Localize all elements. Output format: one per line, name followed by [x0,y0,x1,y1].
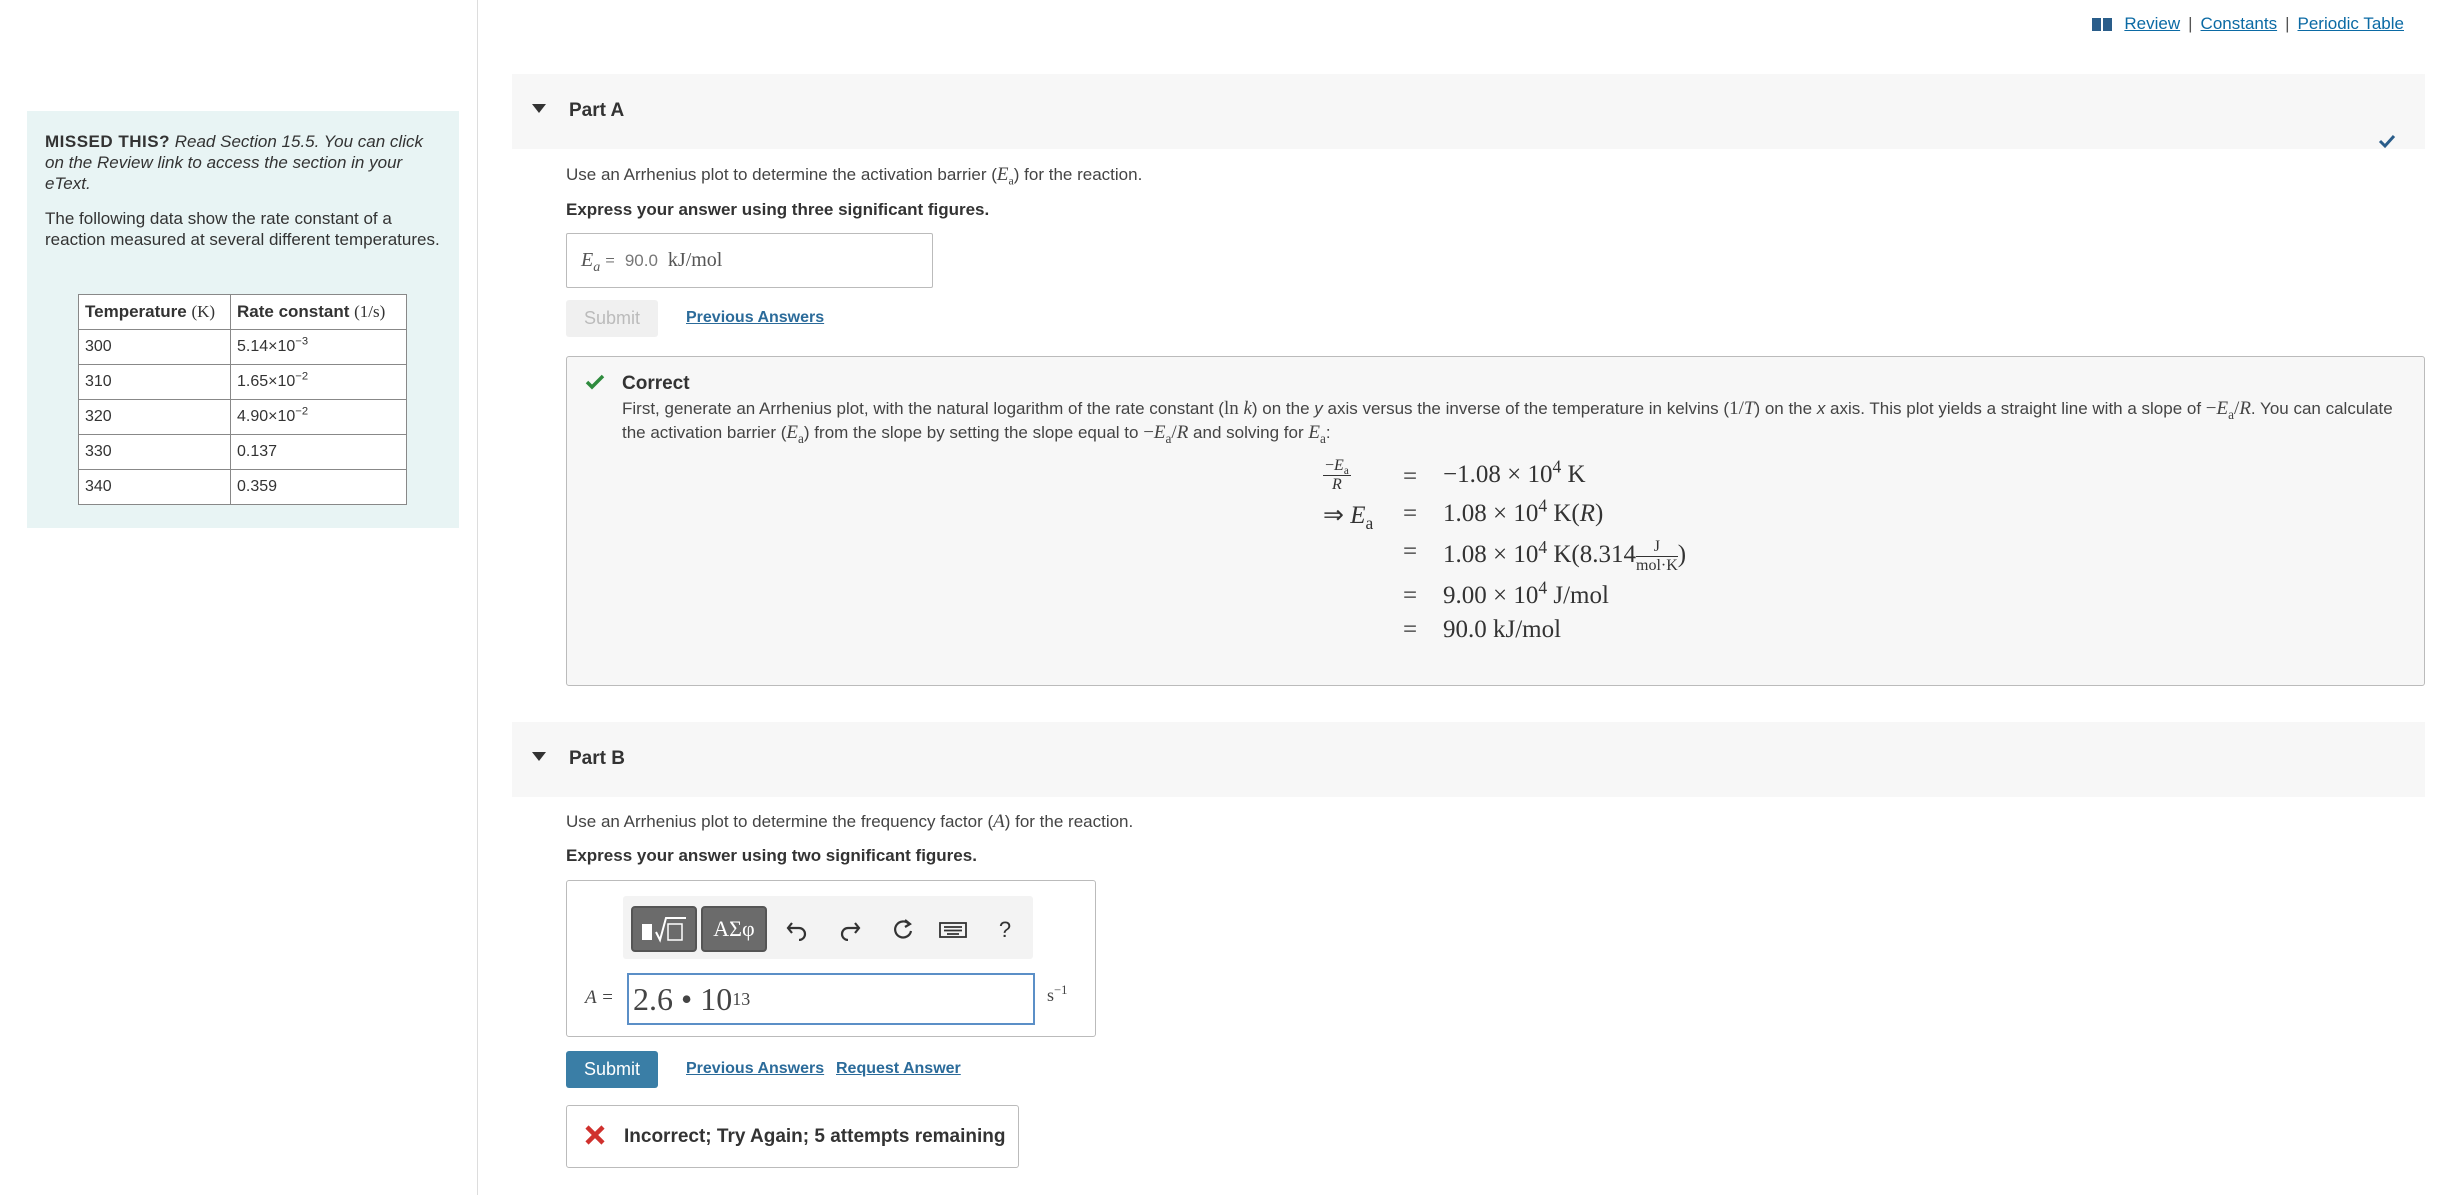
redo-icon[interactable] [836,916,864,944]
rate-cell: 1.65×10−2 [230,364,407,400]
answer-label: Ea = [581,249,615,275]
part-a-title: Part A [569,100,625,121]
part-b-question: Use an Arrhenius plot to determine the f… [566,811,1134,832]
request-answer-link[interactable]: Request Answer [836,1060,961,1078]
temperature-cell: 320 [78,399,231,435]
missed-this-text: MISSED THIS? Read Section 15.5. You can … [45,131,441,194]
book-icon [2092,17,2113,31]
rate-constant-header: Rate constant (1/s) [230,294,407,330]
part-b-feedback: Incorrect; Try Again; 5 attempts remaini… [566,1105,1019,1168]
part-b-submit-button[interactable]: Submit [566,1051,658,1088]
help-icon[interactable]: ? [991,916,1019,944]
link-separator: | [2188,14,2193,33]
answer-label: A = [585,987,614,1008]
table-row: 300 5.14×10−3 [78,329,407,365]
reset-icon[interactable] [889,916,917,944]
temperature-cell: 310 [78,364,231,400]
collapse-caret-icon[interactable] [532,752,546,761]
table-row: 330 0.137 [78,434,407,470]
feedback-status: Correct [622,373,690,394]
rate-cell: 5.14×10−3 [230,329,407,365]
equals-sign: = [1403,500,1418,527]
table-row: 310 1.65×10−2 [78,364,407,400]
periodic-table-link[interactable]: Periodic Table [2298,14,2404,34]
equals-sign: = [1403,582,1418,609]
equals-sign: = [1403,463,1418,490]
collapse-caret-icon[interactable] [532,104,546,113]
math-rhs: 1.08 × 104 K(8.314 Jmol·K) [1443,536,1687,574]
part-a-instruction: Express your answer using three signific… [566,200,990,219]
part-b-answer-widget: ΑΣφ ? A = 2.6 • 10 13 s−1 [566,880,1096,1037]
part-a-previous-answers-link[interactable]: Previous Answers [686,309,824,327]
part-b-title: Part B [569,748,625,769]
temperature-cell: 330 [78,434,231,470]
temperature-cell: 300 [78,329,231,365]
math-row: −Ea R [1323,457,1351,493]
correct-check-icon [585,374,605,390]
constants-link[interactable]: Constants [2201,14,2278,34]
part-a-submit-button[interactable]: Submit [566,300,658,337]
answer-units: kJ/mol [667,249,723,271]
rate-constant-table: Temperature (K) Rate constant (1/s) 300 … [78,294,407,505]
answer-units: s−1 [1047,983,1068,1005]
part-a-feedback: Correct First, generate an Arrhenius plo… [566,356,2425,686]
temperature-cell: 340 [78,469,231,505]
rate-cell: 0.359 [230,469,407,505]
part-b-previous-answers-link[interactable]: Previous Answers [686,1060,824,1078]
table-header-row: Temperature (K) Rate constant (1/s) [78,294,407,330]
missed-label: MISSED THIS? [45,132,171,151]
part-b-instruction: Express your answer using two significan… [566,846,977,865]
keyboard-icon[interactable] [939,916,967,944]
part-a-answer-field: Ea = 90.0 kJ/mol [566,233,933,288]
data-intro: The following data show the rate constan… [45,209,440,249]
answer-input[interactable]: 2.6 • 10 13 [627,973,1035,1025]
symbols-button[interactable]: ΑΣφ [701,906,767,952]
part-a-question: Use an Arrhenius plot to determine the a… [566,164,1143,188]
math-toolbar: ΑΣφ ? [623,896,1033,959]
table-row: 340 0.359 [78,469,407,505]
missed-this-panel: MISSED THIS? Read Section 15.5. You can … [27,111,459,528]
templates-icon [642,917,686,943]
feedback-explanation: First, generate an Arrhenius plot, with … [622,398,2393,446]
equals-sign: = [1403,538,1418,565]
math-rhs: 9.00 × 104 J/mol [1443,577,1609,609]
math-rhs: 1.08 × 104 K(R) [1443,495,1604,527]
incorrect-x-icon [585,1125,605,1145]
review-link[interactable]: Review [2124,14,2180,34]
feedback-status: Incorrect; Try Again; 5 attempts remaini… [624,1126,1006,1147]
math-row: ⇒ Ea [1323,502,1374,533]
part-a-header[interactable]: Part A [512,74,2425,149]
templates-button[interactable] [631,906,697,952]
part-complete-check-icon [2378,134,2396,149]
temperature-header: Temperature (K) [78,294,231,330]
math-rhs: −1.08 × 104 K [1443,456,1586,488]
equals-sign: = [1403,616,1418,643]
rate-cell: 0.137 [230,434,407,470]
undo-icon[interactable] [783,916,811,944]
math-rhs: 90.0 kJ/mol [1443,616,1562,643]
table-row: 320 4.90×10−2 [78,399,407,435]
link-separator: | [2285,14,2290,33]
rate-cell: 4.90×10−2 [230,399,407,435]
top-links: Review | Constants | Periodic Table [2092,14,2404,34]
answer-value: 90.0 [624,250,658,270]
part-b-header[interactable]: Part B [512,722,2425,797]
left-pane: MISSED THIS? Read Section 15.5. You can … [0,0,478,1195]
